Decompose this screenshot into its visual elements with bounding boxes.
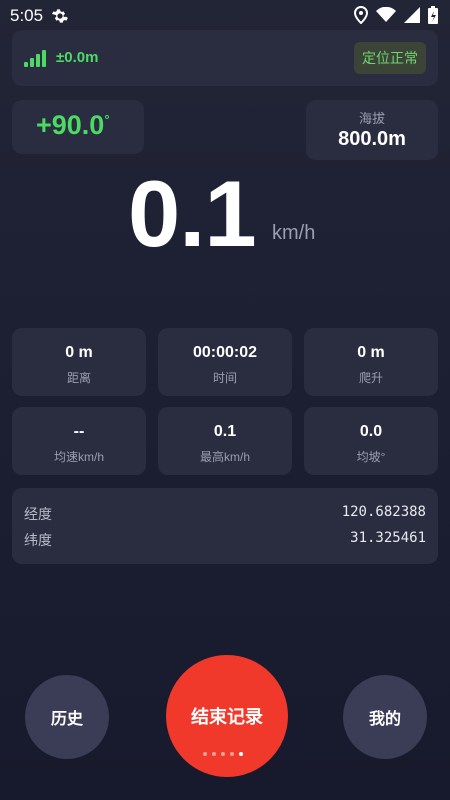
location-status-button[interactable]: 定位正常 bbox=[354, 42, 426, 74]
stat-avg-speed: -- 均速km/h bbox=[12, 407, 146, 475]
stat-value: -- bbox=[73, 423, 85, 440]
stat-label: 均坡° bbox=[356, 450, 386, 464]
heading-value: +90.0° bbox=[36, 110, 110, 140]
stat-label: 均速km/h bbox=[53, 450, 104, 464]
gps-accuracy: ±0.0m bbox=[56, 49, 99, 66]
stat-value: 0.1 bbox=[213, 423, 237, 440]
stat-value: 0 m bbox=[65, 344, 93, 361]
gps-status-card: ±0.0m 定位正常 bbox=[12, 30, 438, 86]
longitude-row: 经度 120.682388 bbox=[24, 504, 426, 526]
stat-distance: 0 m 距离 bbox=[12, 328, 146, 396]
coordinates-card: 经度 120.682388 纬度 31.325461 bbox=[12, 488, 438, 564]
page-dot bbox=[212, 752, 216, 756]
wifi-icon bbox=[376, 7, 396, 22]
location-icon bbox=[354, 6, 368, 24]
stat-climb: 0 m 爬升 bbox=[304, 328, 438, 396]
battery-icon bbox=[428, 6, 438, 24]
longitude-label: 经度 bbox=[24, 506, 52, 522]
altitude-label: 海拔 bbox=[358, 111, 385, 126]
signal-icon bbox=[404, 7, 420, 23]
altitude-value: 800.0m bbox=[338, 128, 406, 150]
page-dot bbox=[221, 752, 225, 756]
stat-time: 00:00:02 时间 bbox=[158, 328, 292, 396]
latitude-value: 31.325461 bbox=[350, 530, 426, 546]
history-button[interactable]: 历史 bbox=[25, 675, 109, 759]
profile-button[interactable]: 我的 bbox=[343, 675, 427, 759]
gps-signal-icon bbox=[24, 50, 46, 67]
stat-value: 0 m bbox=[357, 344, 385, 361]
page-dot-active bbox=[239, 752, 243, 756]
stop-recording-button[interactable]: 结束记录 bbox=[166, 655, 288, 777]
status-bar: 5:05 bbox=[0, 0, 450, 30]
stat-label: 爬升 bbox=[358, 371, 383, 385]
heading-card: +90.0° bbox=[12, 100, 144, 154]
latitude-label: 纬度 bbox=[24, 532, 52, 548]
longitude-value: 120.682388 bbox=[341, 504, 426, 520]
status-time: 5:05 bbox=[10, 6, 44, 25]
stat-label: 距离 bbox=[66, 371, 91, 385]
stat-avg-slope: 0.0 均坡° bbox=[304, 407, 438, 475]
altitude-card: 海拔 800.0m bbox=[306, 100, 438, 160]
stat-max-speed: 0.1 最高km/h bbox=[158, 407, 292, 475]
stat-label: 最高km/h bbox=[199, 450, 250, 464]
latitude-row: 纬度 31.325461 bbox=[24, 530, 426, 552]
settings-icon bbox=[51, 9, 68, 23]
speed-value: 0.1 bbox=[128, 161, 257, 266]
stat-value: 0.0 bbox=[359, 423, 383, 440]
stat-value: 00:00:02 bbox=[192, 344, 258, 361]
speed-unit: km/h bbox=[272, 222, 316, 244]
page-indicator bbox=[203, 752, 243, 756]
page-dot bbox=[203, 752, 207, 756]
page-dot bbox=[230, 752, 234, 756]
stat-label: 时间 bbox=[212, 371, 237, 385]
